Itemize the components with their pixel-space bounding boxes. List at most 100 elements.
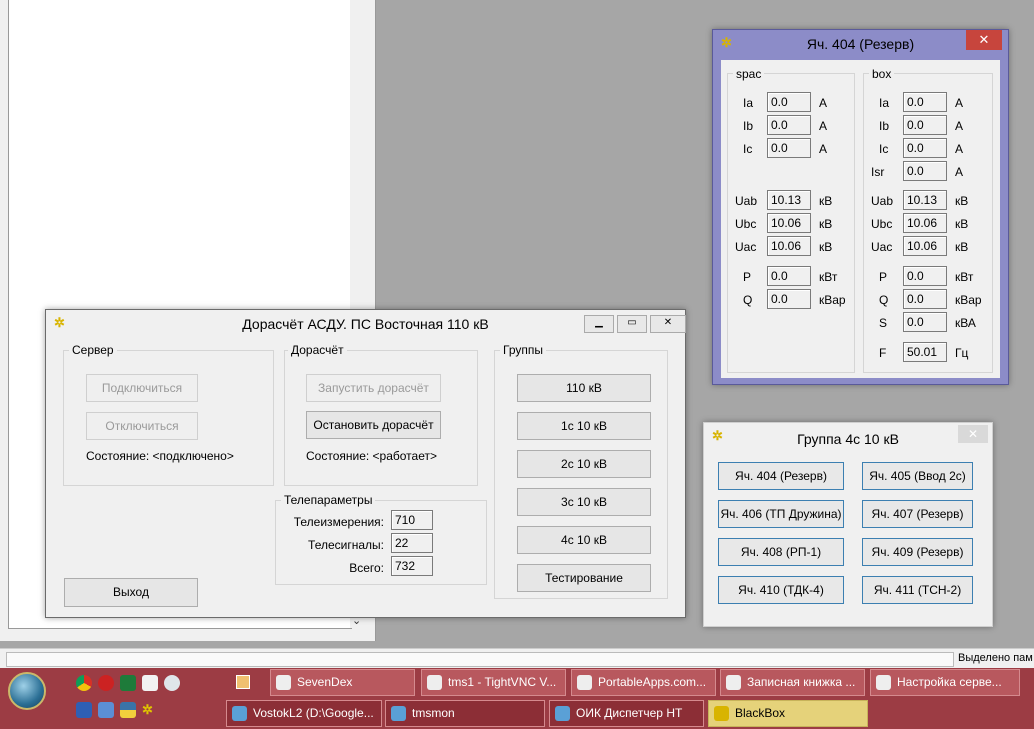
tele-group-label: Телепараметры xyxy=(281,493,376,507)
taskbar-button[interactable]: tmsmon xyxy=(385,700,545,727)
box-row-label: Ubc xyxy=(871,217,893,231)
taskbar-app-icon xyxy=(232,706,247,721)
spac-row-label: Q xyxy=(743,293,753,307)
spac-row-unit: кВар xyxy=(819,293,846,307)
box-row-label: Ic xyxy=(879,142,889,156)
connect-button[interactable]: Подключиться xyxy=(86,374,198,402)
opera-icon[interactable] xyxy=(98,675,114,691)
tele-row-value: 710 xyxy=(391,510,433,530)
stop-calc-button[interactable]: Остановить дорасчёт xyxy=(306,411,441,439)
box-row-value: 0.0 xyxy=(903,289,947,309)
box-row-unit: А xyxy=(955,142,964,156)
filter-icon[interactable] xyxy=(98,702,114,718)
box-row-label: P xyxy=(879,270,888,284)
box-row-unit: А xyxy=(955,96,964,110)
spac-row-unit: кВ xyxy=(819,217,833,231)
taskbar-app-icon xyxy=(555,706,570,721)
cell-button[interactable]: Яч. 406 (ТП Дружина) xyxy=(718,500,844,528)
spac-row-unit: кВ xyxy=(819,194,833,208)
server-status: Состояние: <подключено> xyxy=(86,449,234,463)
group-window-title: Группа 4с 10 кВ xyxy=(797,431,899,447)
spac-row-label: Ic xyxy=(743,142,753,156)
app-grid-icon[interactable] xyxy=(236,675,250,689)
spac-row-value: 10.06 xyxy=(767,236,811,256)
group-button[interactable]: 110 кВ xyxy=(517,374,651,402)
box-row-value: 0.0 xyxy=(903,138,947,158)
cell-button[interactable]: Яч. 411 (ТСН-2) xyxy=(862,576,973,604)
cell-button[interactable]: Яч. 409 (Резерв) xyxy=(862,538,973,566)
box-row-unit: А xyxy=(955,165,964,179)
group-window: ✲ Группа 4с 10 кВ ✕ Яч. 404 (Резерв) Яч. … xyxy=(703,422,993,627)
cell-button[interactable]: Яч. 404 (Резерв) xyxy=(718,462,844,490)
group-button[interactable]: 3с 10 кВ xyxy=(517,488,651,516)
cell-window: ✲ Яч. 404 (Резерв) ✕ spac box Ia 0.0 А Ib 0.… xyxy=(712,29,1009,385)
tele-row-label: Телеизмерения: xyxy=(293,515,384,529)
box-row-label: Uac xyxy=(871,240,893,254)
exit-button[interactable]: Выход xyxy=(64,578,198,607)
taskbar-button[interactable]: tms1 - TightVNC V... xyxy=(421,669,566,696)
box-row-unit: А xyxy=(955,119,964,133)
taskbar-button[interactable]: ОИК Диспетчер НТ xyxy=(549,700,704,727)
taskbar-app-icon xyxy=(726,675,741,690)
box-row-label: Q xyxy=(879,293,889,307)
cell-button[interactable]: Яч. 405 (Ввод 2с) xyxy=(862,462,973,490)
taskbar-button[interactable]: SevenDex xyxy=(270,669,415,696)
spac-row-label: Ubc xyxy=(735,217,757,231)
main-window: ✲ Дорасчёт АСДУ. ПС Восточная 110 кВ ▁ ▭… xyxy=(45,309,686,618)
cell-button[interactable]: Яч. 408 (РП-1) xyxy=(718,538,844,566)
box-row-value: 50.01 xyxy=(903,342,947,362)
group-button[interactable]: Тестирование xyxy=(517,564,651,592)
close-button[interactable]: ✕ xyxy=(958,425,988,443)
document-icon[interactable] xyxy=(142,675,158,691)
taskbar-button[interactable]: PortableApps.com... xyxy=(571,669,716,696)
spac-row-value: 0.0 xyxy=(767,115,811,135)
tele-row-label: Телесигналы: xyxy=(308,538,384,552)
minimize-button[interactable]: ▁ xyxy=(584,315,614,333)
blackbox-icon[interactable]: ✲ xyxy=(142,702,158,718)
status-text: Выделено пам xyxy=(958,652,1033,664)
start-button[interactable] xyxy=(8,672,46,710)
box-row-unit: кВар xyxy=(955,293,982,307)
box-row-value: 10.06 xyxy=(903,213,947,233)
spreadsheet-icon[interactable] xyxy=(120,675,136,691)
box-row-unit: кВ xyxy=(955,217,969,231)
start-calc-button[interactable]: Запустить дорасчёт xyxy=(306,374,441,402)
close-button[interactable]: ✕ xyxy=(966,30,1002,50)
spac-row-unit: А xyxy=(819,119,828,133)
box-group-label: box xyxy=(869,67,895,81)
disconnect-button[interactable]: Отключиться xyxy=(86,412,198,440)
chrome-icon[interactable] xyxy=(76,675,92,691)
spac-row-value: 10.06 xyxy=(767,213,811,233)
box-row-label: Ia xyxy=(879,96,890,110)
server-group-label: Сервер xyxy=(69,343,117,357)
group-window-titlebar[interactable]: ✲ Группа 4с 10 кВ ✕ xyxy=(704,423,992,451)
group-button[interactable]: 2с 10 кВ xyxy=(517,450,651,478)
box-row-value: 0.0 xyxy=(903,312,947,332)
disc-icon[interactable] xyxy=(164,675,180,691)
box-row-unit: Гц xyxy=(955,346,969,360)
cell-window-titlebar[interactable]: ✲ Яч. 404 (Резерв) ✕ xyxy=(713,30,1008,58)
box-row-label: F xyxy=(879,346,887,360)
spac-row-label: Uac xyxy=(735,240,757,254)
tele-row-label: Всего: xyxy=(349,561,384,575)
cell-button[interactable]: Яч. 410 (ТДК-4) xyxy=(718,576,844,604)
python-icon[interactable] xyxy=(120,702,136,718)
tele-row-value: 22 xyxy=(391,533,433,553)
cell-window-title: Яч. 404 (Резерв) xyxy=(806,36,915,52)
group-button[interactable]: 1с 10 кВ xyxy=(517,412,651,440)
spac-row-unit: кВт xyxy=(819,270,838,284)
taskbar-button[interactable]: BlackBox xyxy=(708,700,868,727)
taskbar-button[interactable]: Записная книжка ... xyxy=(720,669,865,696)
box-row-value: 0.0 xyxy=(903,92,947,112)
save-icon[interactable] xyxy=(76,702,92,718)
taskbar-button[interactable]: VostokL2 (D:\Google... xyxy=(226,700,382,727)
close-button[interactable]: ✕ xyxy=(650,315,686,333)
taskbar-button[interactable]: Настройка серве... xyxy=(870,669,1020,696)
cell-button[interactable]: Яч. 407 (Резерв) xyxy=(862,500,973,528)
maximize-button[interactable]: ▭ xyxy=(617,315,647,333)
group-button[interactable]: 4с 10 кВ xyxy=(517,526,651,554)
box-row-unit: кВА xyxy=(955,316,976,330)
spac-row-unit: А xyxy=(819,96,828,110)
main-window-titlebar[interactable]: ✲ Дорасчёт АСДУ. ПС Восточная 110 кВ ▁ ▭… xyxy=(46,310,686,338)
spac-row-value: 0.0 xyxy=(767,138,811,158)
